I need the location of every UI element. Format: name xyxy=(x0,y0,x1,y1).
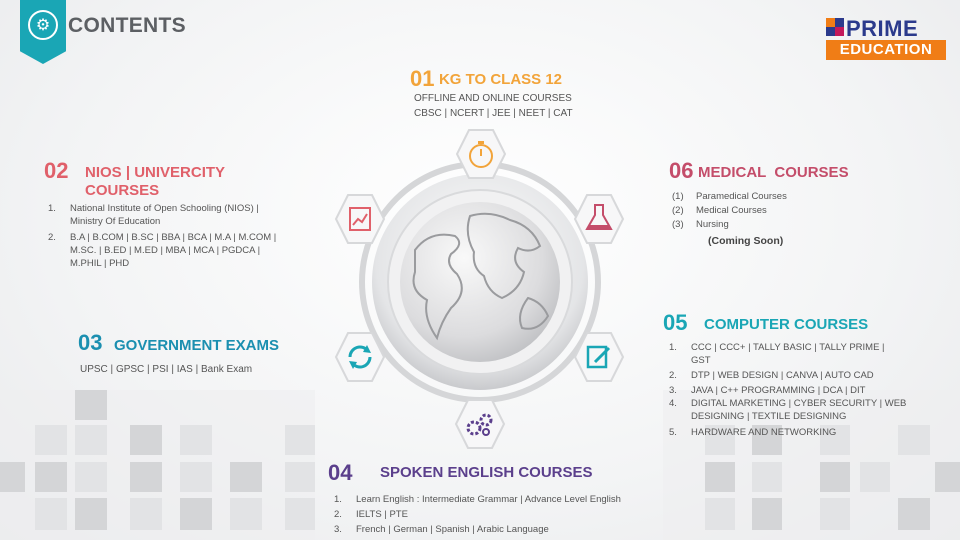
gears-icon xyxy=(454,399,506,449)
list-item: 1. CCC | CCC+ | TALLY BASIC | TALLY PRIME… xyxy=(669,342,885,366)
list-item: 2. IELTS | PTE xyxy=(334,509,408,520)
refresh-icon xyxy=(334,332,386,382)
bg-square xyxy=(935,462,960,492)
list-item: (3) Nursing xyxy=(672,219,729,230)
bg-square xyxy=(898,498,930,530)
list-item: 1. Learn English : Intermediate Grammar |… xyxy=(334,494,621,505)
bg-square xyxy=(130,462,162,492)
section-03-line1: UPSC | GPSC | PSI | IAS | Bank Exam xyxy=(80,364,253,375)
section-01-line1: OFFLINE AND ONLINE COURSES xyxy=(414,93,572,104)
section-05-title: COMPUTER COURSES xyxy=(704,316,869,333)
section-06-title: MEDICAL COURSES xyxy=(698,164,849,181)
bg-square xyxy=(285,462,315,492)
bg-square xyxy=(230,462,262,492)
bg-square xyxy=(35,425,67,455)
bg-square xyxy=(285,498,315,530)
page-title: CONTENTS xyxy=(68,14,186,37)
bg-square xyxy=(180,462,212,492)
logo-prime-text: PRIME xyxy=(846,16,919,41)
section-05-number: 05 xyxy=(663,310,688,335)
bg-square xyxy=(0,462,25,492)
bg-square xyxy=(130,498,162,530)
section-06-number: 06 xyxy=(669,158,694,183)
list-item: (1) Paramedical Courses xyxy=(672,191,787,202)
stopwatch-icon xyxy=(455,129,507,179)
section-05-list: 1. CCC | CCC+ | TALLY BASIC | TALLY PRIME… xyxy=(669,341,929,439)
section-01-line2: CBSC | NCERT | JEE | NEET | CAT xyxy=(414,108,573,119)
chart-icon xyxy=(334,194,386,244)
bg-square xyxy=(860,462,890,492)
bg-square xyxy=(35,498,67,530)
list-item: 2. DTP | WEB DESIGN | CANVA | AUTO CAD xyxy=(669,370,874,381)
bg-square xyxy=(130,425,162,455)
brand-logo: PRIME EDUCATION xyxy=(826,16,946,60)
section-number: 01 xyxy=(410,66,435,91)
section-03-number: 03 xyxy=(78,330,103,355)
coming-soon-note: (Coming Soon) xyxy=(708,235,784,247)
list-item: 3. JAVA | C++ PROGRAMMING | DCA | DIT xyxy=(669,385,866,396)
bg-square xyxy=(75,425,107,455)
section-06-list: (1) Paramedical Courses (2) Medical Course… xyxy=(672,190,872,232)
bg-square xyxy=(180,498,212,530)
bg-square xyxy=(820,462,850,492)
bg-square xyxy=(75,462,107,492)
globe-icon xyxy=(400,202,560,362)
logo-education-text: EDUCATION xyxy=(826,40,946,60)
teacher-gear-icon: ⚙ xyxy=(28,10,58,40)
section-04-number: 04 xyxy=(328,460,353,485)
section-02-title-line1: NIOS | UNIVERCITY xyxy=(85,164,226,181)
list-item: 5. HARDWARE AND NETWORKING xyxy=(669,427,837,438)
bg-square xyxy=(820,498,850,530)
bg-square xyxy=(75,390,107,420)
list-item: 4. DIGITAL MARKETING | CYBER SECURITY | W… xyxy=(669,398,907,422)
logo-mark-icon xyxy=(826,18,844,36)
bg-square xyxy=(705,462,735,492)
section-03-title: GOVERNMENT EXAMS xyxy=(114,337,280,354)
section-04-title: SPOKEN ENGLISH COURSES xyxy=(380,464,593,481)
section-title: KG TO CLASS 12 xyxy=(438,71,563,88)
section-02-list: 1. National Institute of Open Schooling (… xyxy=(48,202,308,270)
list-item: 3. French | German | Spanish | Arabic Lan… xyxy=(334,524,549,535)
bg-square xyxy=(752,462,782,492)
bg-square xyxy=(75,498,107,530)
section-01: 01 KG TO CLASS 12 xyxy=(410,66,610,92)
bg-square xyxy=(35,462,67,492)
section-02-number: 02 xyxy=(44,158,69,183)
edit-icon xyxy=(573,332,625,382)
section-02-title-line2: COURSES xyxy=(85,182,160,199)
bg-square xyxy=(180,425,212,455)
flask-icon xyxy=(573,194,625,244)
list-item: 1. National Institute of Open Schooling (… xyxy=(48,203,259,227)
bg-square xyxy=(752,498,782,530)
bg-square xyxy=(705,498,735,530)
bg-square xyxy=(230,498,262,530)
section-04-list: 1. Learn English : Intermediate Grammar |… xyxy=(334,492,664,537)
list-item: 2. B.A | B.COM | B.SC | BBA | BCA | M.A |… xyxy=(48,232,277,269)
bg-square xyxy=(285,425,315,455)
list-item: (2) Medical Courses xyxy=(672,205,767,216)
